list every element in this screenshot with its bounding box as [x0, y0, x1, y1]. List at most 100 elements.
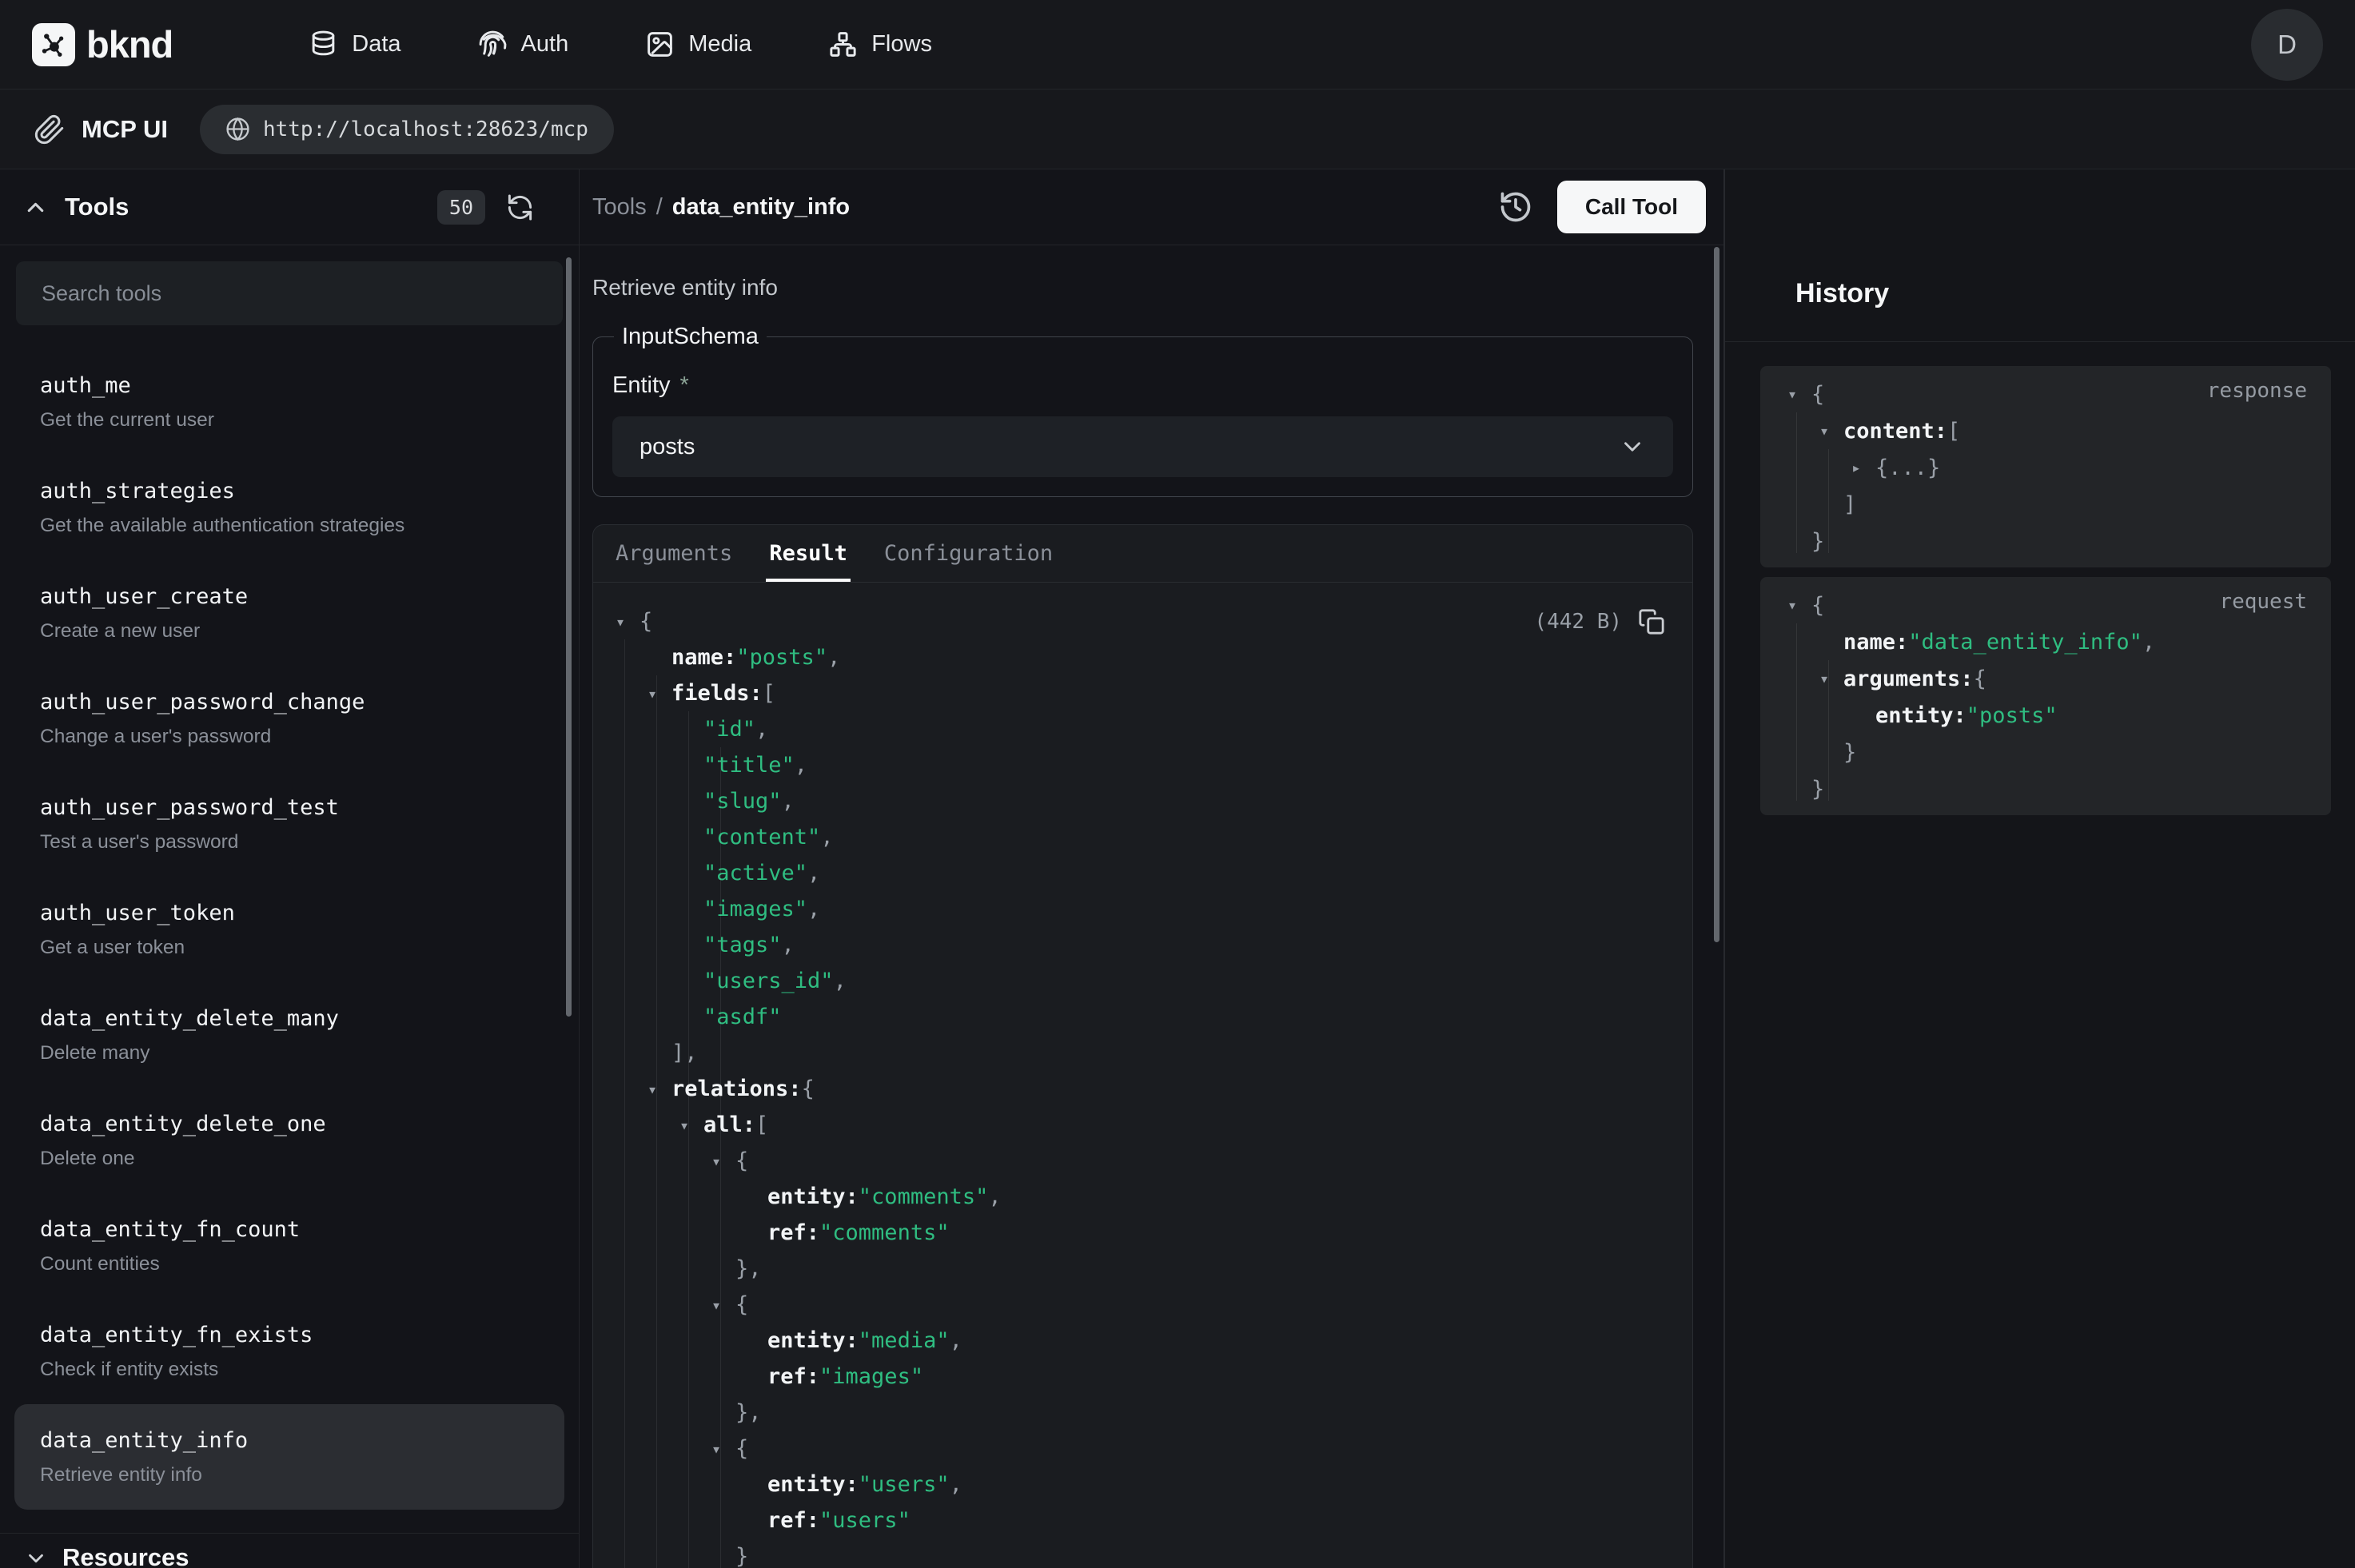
tool-item-auth_user_create[interactable]: auth_user_create Create a new user	[0, 560, 579, 666]
tool-item-auth_user_token[interactable]: auth_user_tokenGet a user token	[0, 877, 579, 982]
nav-item-auth[interactable]: Auth	[478, 30, 569, 59]
json-punct: ,	[782, 933, 795, 957]
json-punct: ,	[950, 1472, 962, 1497]
tree-toggle-icon[interactable]: ▸	[1851, 458, 1875, 477]
tool-detail-panel: Tools / data_entity_info Call Tool Retri…	[580, 169, 1723, 1568]
user-avatar[interactable]: D	[2251, 9, 2323, 81]
sidebar-scrollbar[interactable]	[566, 257, 572, 1017]
json-punct: {	[735, 1148, 748, 1173]
indent-guide	[656, 675, 657, 1568]
history-json-tree: ▾{▾content: [▸{...}]}	[1787, 376, 2309, 559]
chevron-down-icon	[24, 1546, 48, 1568]
tool-detail-body: Retrieve entity info InputSchema Entity*…	[580, 245, 1723, 1568]
tool-name: data_entity_delete_many	[40, 1005, 555, 1033]
json-line: ▾{	[616, 1431, 1668, 1467]
input-schema-fieldset: InputSchema Entity* posts	[592, 324, 1693, 497]
history-entry-request[interactable]: request▾{name: "data_entity_info",▾argum…	[1760, 577, 2331, 815]
json-key: content:	[1843, 419, 1947, 444]
result-card: ArgumentsResultConfiguration (442 B) ▾{n…	[592, 524, 1693, 1568]
tool-item-data_entity_delete_many[interactable]: data_entity_delete_manyDelete many	[0, 982, 579, 1088]
tab-configuration[interactable]: Configuration	[884, 525, 1053, 582]
resources-section-header[interactable]: Resources	[0, 1533, 579, 1568]
entity-select[interactable]: posts	[612, 416, 1673, 477]
tree-toggle-icon[interactable]: ▾	[1787, 595, 1811, 615]
json-line: entity: "media",	[616, 1323, 1668, 1359]
history-body: response▾{▾content: [▸{...}]}request▾{na…	[1725, 342, 2355, 825]
tools-section-header: Tools 50	[0, 169, 579, 245]
history-entry-response[interactable]: response▾{▾content: [▸{...}]}	[1760, 366, 2331, 567]
indent-guide	[1796, 623, 1797, 801]
json-string: "posts"	[736, 645, 827, 670]
json-punct: ,	[807, 897, 820, 921]
indent-guide	[1828, 660, 1829, 801]
tool-description: Change a user's password	[40, 726, 555, 748]
json-string: "comments"	[859, 1184, 989, 1209]
tool-item-auth_user_password_change[interactable]: auth_user_password_changeChange a user's…	[0, 666, 579, 771]
tool-item-data_entity_fn_exists[interactable]: data_entity_fn_existsCheck if entity exi…	[0, 1299, 579, 1404]
tree-toggle-icon[interactable]: ▾	[679, 1116, 703, 1135]
tool-item-data_entity_delete_one[interactable]: data_entity_delete_oneDelete one	[0, 1088, 579, 1193]
call-tool-button[interactable]: Call Tool	[1557, 181, 1706, 233]
tree-toggle-icon[interactable]: ▾	[711, 1439, 735, 1459]
breadcrumb: Tools / data_entity_info	[592, 194, 850, 221]
tool-name: data_entity_fn_count	[40, 1216, 555, 1244]
breadcrumb-root[interactable]: Tools	[592, 194, 647, 221]
result-json-tree: ▾{name: "posts",▾fields: ["id","title","…	[616, 603, 1668, 1568]
json-punct: ,	[834, 969, 847, 993]
json-key: ref:	[767, 1508, 819, 1533]
tool-item-auth_user_password_test[interactable]: auth_user_password_testTest a user's pas…	[0, 771, 579, 877]
server-url-pill[interactable]: http://localhost:28623/mcp	[200, 105, 614, 154]
tree-toggle-icon[interactable]: ▾	[1787, 384, 1811, 404]
nav-item-flows[interactable]: Flows	[828, 30, 932, 59]
tree-toggle-icon[interactable]: ▾	[616, 612, 640, 631]
history-panel: History response▾{▾content: [▸{...}]}req…	[1723, 169, 2355, 1568]
tool-item-data_entity_fn_count[interactable]: data_entity_fn_countCount entities	[0, 1193, 579, 1299]
json-punct: ,	[782, 789, 795, 814]
tool-description: Create a new user	[40, 620, 555, 643]
history-title: History	[1795, 278, 1889, 309]
tree-toggle-icon[interactable]: ▾	[648, 684, 671, 703]
image-icon	[645, 30, 675, 59]
tree-toggle-icon[interactable]: ▾	[711, 1152, 735, 1171]
tool-item-auth_strategies[interactable]: auth_strategiesGet the available authent…	[0, 455, 579, 560]
tree-toggle-icon[interactable]: ▾	[648, 1080, 671, 1099]
entity-field-label: Entity*	[612, 372, 1673, 399]
tool-name: auth_user_create	[40, 583, 555, 611]
tree-toggle-icon[interactable]: ▾	[711, 1295, 735, 1315]
json-string: "comments"	[819, 1220, 950, 1245]
json-string: "asdf"	[703, 1005, 782, 1029]
json-punct: [	[1947, 419, 1960, 444]
tool-description: Check if entity exists	[40, 1359, 555, 1381]
main-scrollbar[interactable]	[1714, 247, 1719, 942]
json-line: ▾{	[616, 1287, 1668, 1323]
json-line: "asdf"	[616, 999, 1668, 1035]
json-string: "data_entity_info"	[1908, 630, 2142, 655]
json-line: ▾{	[1787, 587, 2309, 623]
json-punct: {	[735, 1436, 748, 1461]
header-actions: Call Tool	[1498, 181, 1706, 233]
required-marker: *	[680, 372, 689, 398]
json-line: ▾content: [	[1787, 412, 2309, 449]
tool-name: auth_strategies	[40, 478, 555, 505]
tree-toggle-icon[interactable]: ▾	[1819, 669, 1843, 688]
nav-item-data[interactable]: Data	[309, 30, 400, 59]
tab-arguments[interactable]: Arguments	[616, 525, 732, 582]
brand[interactable]: bknd	[32, 22, 173, 66]
chevron-up-icon[interactable]	[22, 194, 49, 221]
nav-item-media[interactable]: Media	[645, 30, 751, 59]
json-punct: ,	[988, 1184, 1001, 1209]
tree-toggle-icon[interactable]: ▾	[1819, 421, 1843, 440]
tool-item-auth_me[interactable]: auth_meGet the current user	[0, 349, 579, 455]
result-json-area: (442 B) ▾{name: "posts",▾fields: ["id","…	[593, 583, 1692, 1568]
tab-result[interactable]: Result	[769, 525, 847, 582]
json-string: "title"	[703, 753, 795, 778]
history-icon[interactable]	[1498, 189, 1533, 225]
refresh-icon[interactable]	[506, 193, 534, 221]
json-punct: {	[735, 1292, 748, 1317]
server-url: http://localhost:28623/mcp	[263, 117, 588, 141]
indent-guide	[1796, 412, 1797, 553]
database-icon	[309, 30, 338, 59]
tool-item-data_entity_info[interactable]: data_entity_infoRetrieve entity info	[14, 1404, 564, 1510]
search-input[interactable]	[40, 281, 539, 307]
json-line: ▾all: [	[616, 1107, 1668, 1143]
